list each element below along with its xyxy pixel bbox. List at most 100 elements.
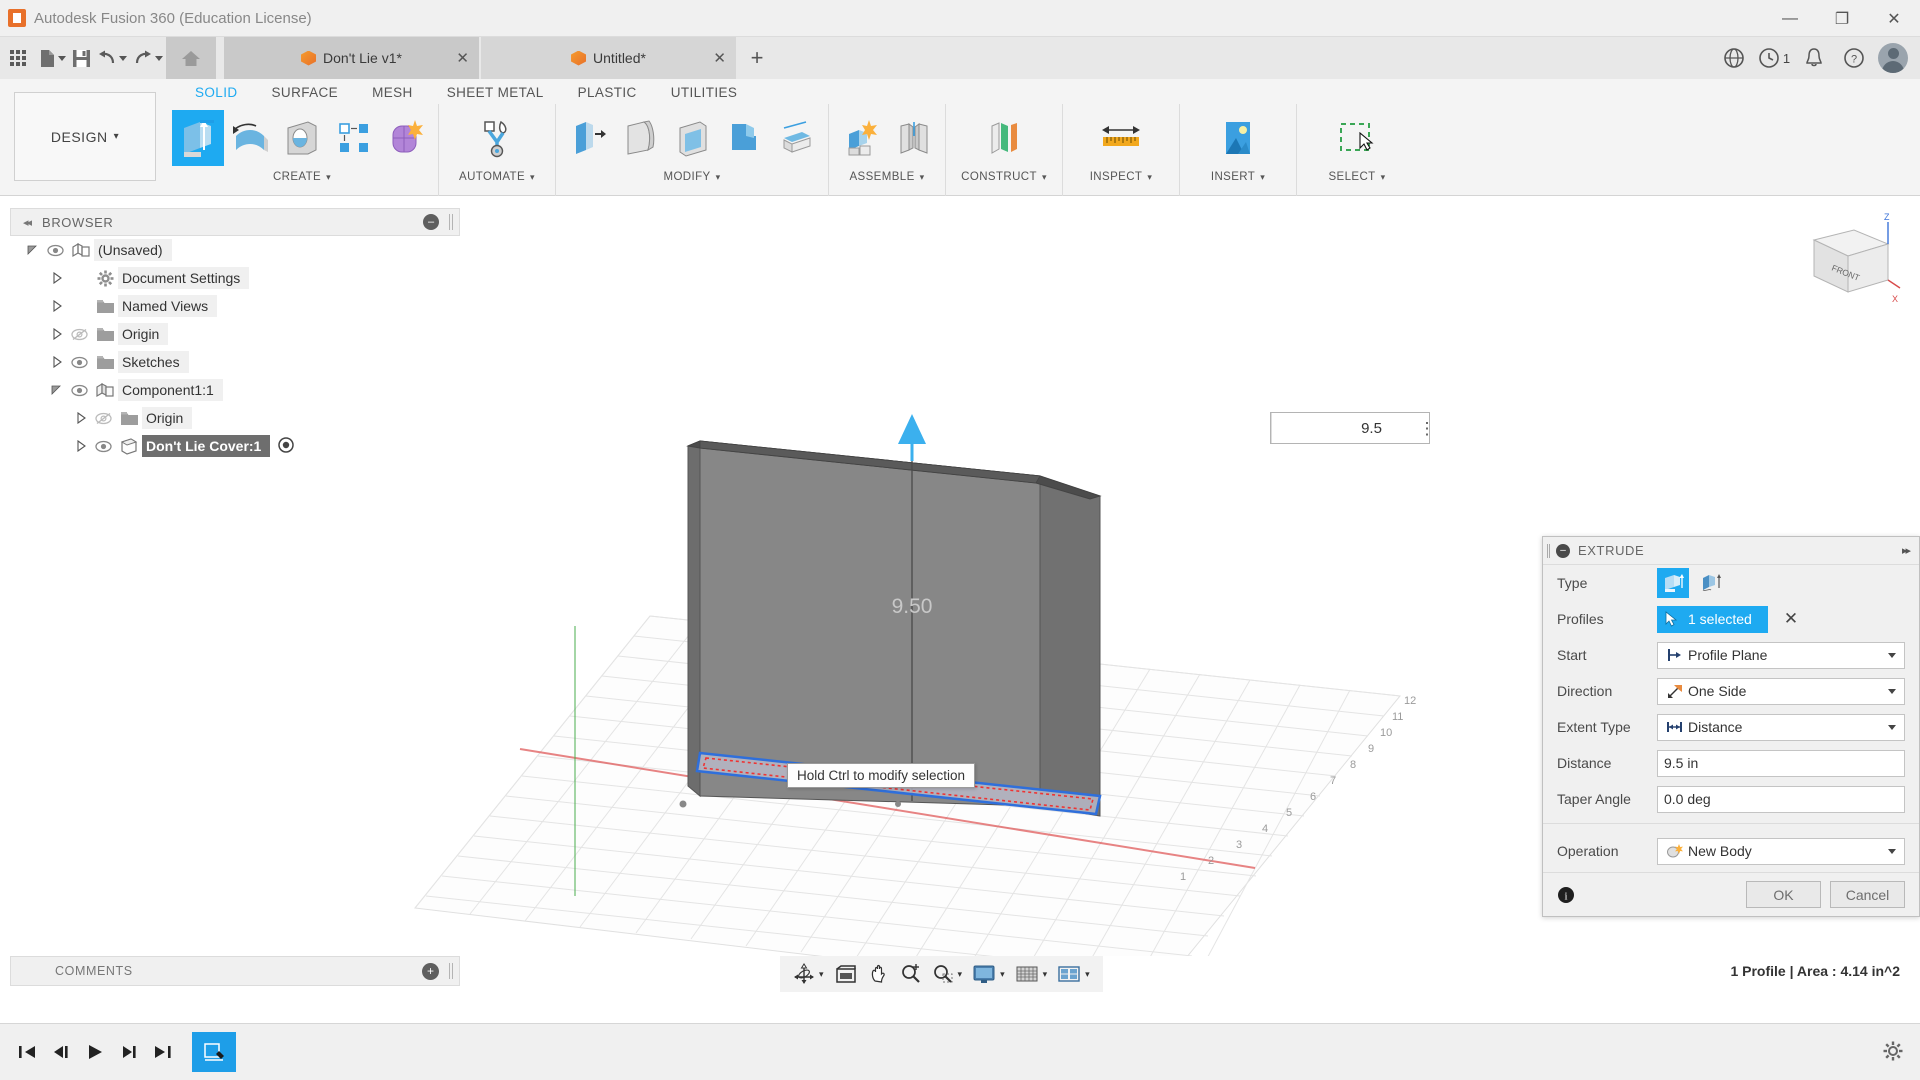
dimension-overflow-menu[interactable]: ⋮ bbox=[1415, 412, 1439, 444]
rectangular-pattern-tool-button[interactable] bbox=[328, 110, 380, 166]
collapse-triangle-icon[interactable] bbox=[48, 300, 66, 312]
tab-mesh[interactable]: MESH bbox=[355, 82, 430, 104]
collapse-triangle-icon[interactable] bbox=[48, 356, 66, 368]
generative-design-tool-button[interactable] bbox=[471, 110, 523, 166]
new-file-button[interactable] bbox=[36, 37, 69, 79]
minimize-browser-icon[interactable]: – bbox=[423, 214, 439, 230]
browser-resize-grip[interactable] bbox=[449, 214, 453, 230]
panel-label-construct[interactable]: CONSTRUCT ▾ bbox=[952, 166, 1056, 188]
document-tab-untitled[interactable]: Untitled* ✕ bbox=[481, 37, 736, 79]
panel-label-create[interactable]: CREATE ▾ bbox=[172, 166, 432, 188]
visibility-on-icon[interactable] bbox=[90, 440, 116, 453]
extrude-dialog-header[interactable]: – EXTRUDE ▸▸ bbox=[1543, 537, 1919, 565]
visibility-off-icon[interactable] bbox=[66, 328, 92, 341]
timeline-feature-sketch[interactable] bbox=[192, 1032, 236, 1072]
redo-button[interactable] bbox=[130, 37, 166, 79]
extent-type-dropdown[interactable]: Distance bbox=[1657, 714, 1905, 741]
add-comment-icon[interactable]: + bbox=[422, 963, 439, 980]
timeline-step-forward[interactable] bbox=[112, 1032, 146, 1072]
panel-label-inspect[interactable]: INSPECT ▾ bbox=[1069, 166, 1173, 188]
comments-panel[interactable]: COMMENTS + bbox=[10, 956, 460, 986]
tab-solid[interactable]: SOLID bbox=[178, 82, 255, 104]
pan-tool-button[interactable] bbox=[863, 959, 895, 989]
grid-snaps-button[interactable]: ▾ bbox=[1010, 959, 1053, 989]
home-button[interactable] bbox=[166, 37, 216, 79]
document-tab-dont-lie[interactable]: Don't Lie v1* ✕ bbox=[224, 37, 479, 79]
extensions-icon[interactable] bbox=[1714, 37, 1754, 79]
new-component-tool-button[interactable] bbox=[835, 110, 887, 166]
joint-tool-button[interactable] bbox=[887, 110, 939, 166]
browser-tree-item[interactable]: Sketches bbox=[10, 348, 460, 376]
look-at-tool-button[interactable] bbox=[829, 959, 863, 989]
dialog-drag-grip[interactable] bbox=[1547, 544, 1550, 558]
timeline-go-to-end[interactable] bbox=[146, 1032, 180, 1072]
display-settings-button[interactable]: ▾ bbox=[967, 959, 1010, 989]
data-panel-grid-icon[interactable] bbox=[0, 37, 36, 79]
notifications-bell-icon[interactable] bbox=[1794, 37, 1834, 79]
insert-image-tool-button[interactable] bbox=[1212, 110, 1264, 166]
save-button[interactable] bbox=[69, 37, 94, 79]
info-icon[interactable]: i bbox=[1557, 886, 1575, 904]
ok-button[interactable]: OK bbox=[1746, 881, 1821, 908]
visibility-on-icon[interactable] bbox=[66, 384, 92, 397]
orbit-tool-button[interactable]: ▾ bbox=[788, 959, 829, 989]
expand-triangle-icon[interactable] bbox=[24, 244, 42, 256]
taper-angle-input[interactable]: 0.0 deg bbox=[1657, 786, 1905, 813]
collapse-triangle-icon[interactable] bbox=[72, 440, 90, 452]
revolve-tool-button[interactable] bbox=[224, 110, 276, 166]
timeline-step-back[interactable] bbox=[44, 1032, 78, 1072]
zoom-window-tool-button[interactable]: ▾ bbox=[927, 959, 968, 989]
dimension-input[interactable] bbox=[1272, 420, 1471, 437]
browser-tree-item[interactable]: Origin bbox=[10, 320, 460, 348]
browser-tree-item[interactable]: Named Views bbox=[10, 292, 460, 320]
panel-label-assemble[interactable]: ASSEMBLE ▾ bbox=[835, 166, 939, 188]
job-status-icon[interactable]: 1 bbox=[1754, 37, 1794, 79]
cancel-button[interactable]: Cancel bbox=[1830, 881, 1905, 908]
timeline-play[interactable] bbox=[78, 1032, 112, 1072]
browser-tree-item[interactable]: Document Settings bbox=[10, 264, 460, 292]
expand-dialog-icon[interactable]: ▸▸ bbox=[1902, 544, 1909, 557]
tab-sheet-metal[interactable]: SHEET METAL bbox=[430, 82, 561, 104]
direction-dropdown[interactable]: One Side bbox=[1657, 678, 1905, 705]
comments-resize-grip[interactable] bbox=[449, 963, 453, 979]
visibility-off-icon[interactable] bbox=[90, 412, 116, 425]
tab-utilities[interactable]: UTILITIES bbox=[654, 82, 755, 104]
panel-label-insert[interactable]: INSERT ▾ bbox=[1186, 166, 1290, 188]
extrude-tool-button[interactable] bbox=[172, 110, 224, 166]
tab-surface[interactable]: SURFACE bbox=[255, 82, 356, 104]
close-tab-icon[interactable]: ✕ bbox=[456, 49, 469, 67]
hole-tool-button[interactable] bbox=[276, 110, 328, 166]
shell-tool-button[interactable] bbox=[666, 110, 718, 166]
measure-tool-button[interactable] bbox=[1095, 110, 1147, 166]
body-visibility-toggle[interactable] bbox=[278, 437, 294, 456]
dimension-input-box[interactable] bbox=[1270, 412, 1430, 444]
clear-profiles-icon[interactable]: ✕ bbox=[1784, 609, 1798, 629]
minimize-button[interactable]: — bbox=[1764, 0, 1816, 37]
collapse-browser-icon[interactable]: ◂◂ bbox=[23, 216, 30, 229]
profiles-selection-chip[interactable]: 1 selected bbox=[1657, 606, 1768, 633]
maximize-button[interactable]: ❐ bbox=[1816, 0, 1868, 37]
viewports-button[interactable]: ▾ bbox=[1052, 959, 1095, 989]
press-pull-tool-button[interactable] bbox=[562, 110, 614, 166]
timeline-settings-button[interactable] bbox=[1882, 1040, 1904, 1065]
view-cube[interactable]: FRONT Z X bbox=[1792, 208, 1902, 308]
panel-label-automate[interactable]: AUTOMATE ▾ bbox=[445, 166, 549, 188]
collapse-dialog-icon[interactable]: – bbox=[1556, 544, 1570, 558]
visibility-on-icon[interactable] bbox=[66, 356, 92, 369]
panel-label-select[interactable]: SELECT ▾ bbox=[1303, 166, 1411, 188]
fillet-tool-button[interactable] bbox=[614, 110, 666, 166]
browser-tree-item[interactable]: Don't Lie Cover:1 bbox=[10, 432, 460, 460]
visibility-on-icon[interactable] bbox=[42, 244, 68, 257]
help-icon[interactable]: ? bbox=[1834, 37, 1874, 79]
workspace-selector[interactable]: DESIGN ▾ bbox=[14, 92, 156, 181]
expand-triangle-icon[interactable] bbox=[48, 384, 66, 396]
start-dropdown[interactable]: Profile Plane bbox=[1657, 642, 1905, 669]
timeline-go-to-beginning[interactable] bbox=[10, 1032, 44, 1072]
draft-tool-button[interactable] bbox=[718, 110, 770, 166]
form-tool-button[interactable] bbox=[380, 110, 432, 166]
offset-plane-tool-button[interactable] bbox=[978, 110, 1030, 166]
distance-input[interactable]: 9.5 in bbox=[1657, 750, 1905, 777]
undo-button[interactable] bbox=[94, 37, 130, 79]
collapse-triangle-icon[interactable] bbox=[48, 328, 66, 340]
type-thin-button[interactable] bbox=[1695, 568, 1727, 598]
